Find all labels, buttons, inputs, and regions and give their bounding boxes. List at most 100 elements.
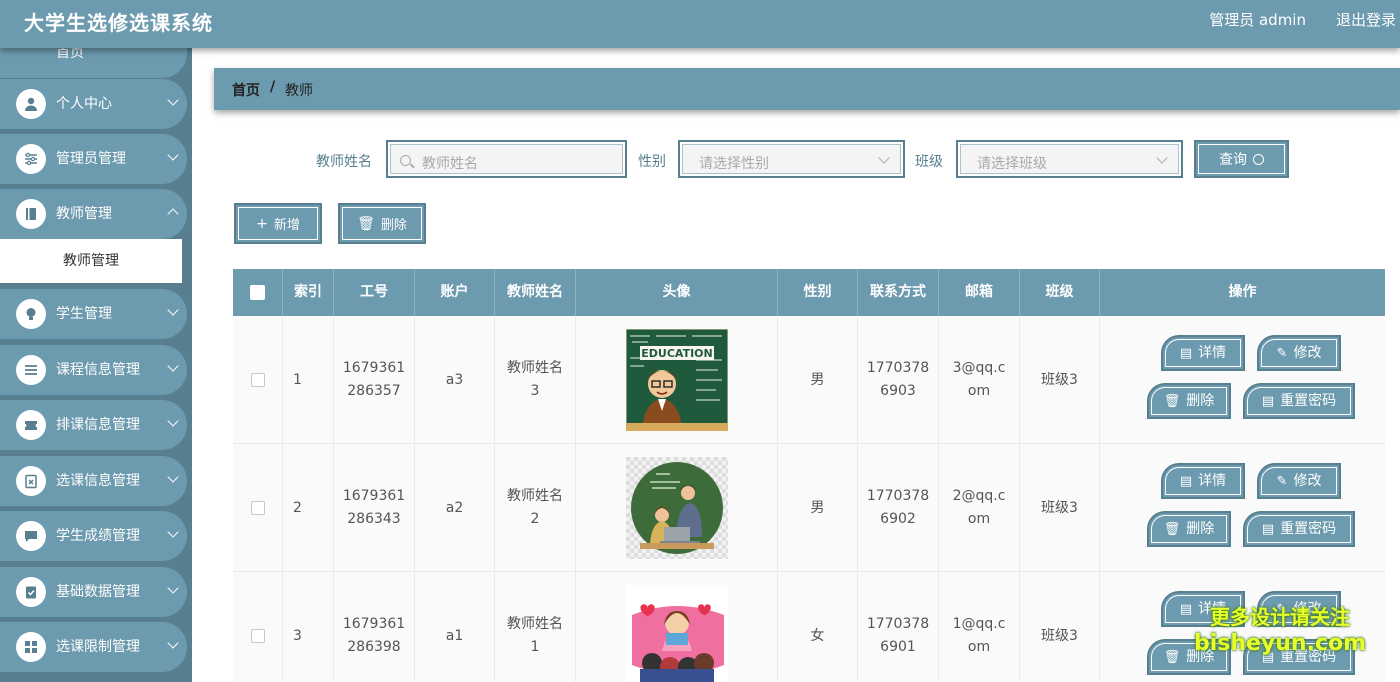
- edit-label: 修改: [1293, 470, 1321, 493]
- search-icon: [400, 155, 411, 166]
- name-part: 1: [507, 636, 563, 659]
- class-label: 班级: [915, 151, 943, 171]
- sidebar-item-home[interactable]: 首页: [0, 48, 187, 78]
- sidebar-item-admins[interactable]: 管理员管理: [0, 134, 187, 184]
- name-part: 教师姓名: [507, 357, 563, 380]
- sidebar-subitem-teacher-management[interactable]: 教师管理: [0, 239, 182, 283]
- header-email: 邮箱: [939, 269, 1020, 316]
- delete-label: 删除: [381, 214, 407, 233]
- phone-part: 6903: [867, 380, 929, 403]
- id-cell: 1679361286398: [334, 572, 415, 682]
- sidebar-item-basedata[interactable]: 基础数据管理: [0, 567, 187, 617]
- sidebar-item-courses[interactable]: 课程信息管理: [0, 345, 187, 395]
- sidebar-item-limits[interactable]: 选课限制管理: [0, 622, 187, 672]
- delete-label: 删除: [1186, 518, 1214, 541]
- document-icon: ▤: [1262, 518, 1274, 541]
- sidebar-item-label: 学生管理: [56, 303, 112, 323]
- header-id: 工号: [334, 269, 415, 316]
- phone-part: 1770378: [867, 357, 929, 380]
- row-checkbox[interactable]: [251, 629, 265, 643]
- actions-cell: ▤详情 ✎修改 🗑删除 ▤重置密码: [1100, 316, 1385, 444]
- chevron-down-icon: [167, 471, 178, 482]
- bulk-delete-button[interactable]: 🗑 删除: [338, 203, 426, 244]
- reset-password-button[interactable]: ▤重置密码: [1243, 383, 1355, 419]
- name-cell: 教师姓名2: [495, 444, 576, 572]
- female-teacher-avatar[interactable]: [626, 585, 728, 682]
- reset-password-button[interactable]: ▤重置密码: [1243, 511, 1355, 547]
- logout-link[interactable]: 退出登录: [1336, 9, 1396, 30]
- id-part: 286343: [343, 508, 405, 531]
- sidebar-item-students[interactable]: 学生管理: [0, 289, 187, 339]
- sidebar-item-label: 排课信息管理: [56, 414, 140, 434]
- user-icon: [16, 89, 46, 119]
- phone-cell: 17703786902: [858, 444, 939, 572]
- sidebar-item-label: 课程信息管理: [56, 359, 140, 379]
- index-cell: 2: [283, 444, 334, 572]
- edit-button[interactable]: ✎修改: [1257, 463, 1341, 499]
- class-select[interactable]: 请选择班级: [956, 140, 1183, 178]
- message-icon: [16, 521, 46, 551]
- phone-cell: 17703786901: [858, 572, 939, 682]
- edit-button[interactable]: ✎修改: [1257, 335, 1341, 371]
- row-checkbox-cell: [233, 316, 283, 444]
- query-button[interactable]: 查询: [1194, 140, 1289, 178]
- chevron-up-icon: [167, 208, 178, 219]
- gender-cell: 男: [778, 316, 858, 444]
- teacher-name-input[interactable]: 教师姓名: [386, 140, 627, 178]
- sidebar-item-label: 管理员管理: [56, 148, 126, 168]
- chevron-down-icon: [167, 415, 178, 426]
- detail-button[interactable]: ▤详情: [1161, 335, 1245, 371]
- sidebar-item-label: 首页: [56, 48, 84, 62]
- detail-button[interactable]: ▤ 详情: [1161, 463, 1245, 499]
- header-index: 索引: [283, 269, 334, 316]
- account-cell: a3: [415, 316, 495, 444]
- watermark-line1: 更多设计请关注: [1160, 603, 1400, 631]
- header-account: 账户: [415, 269, 495, 316]
- select-all-checkbox[interactable]: [250, 285, 265, 300]
- teacher-name-placeholder: 教师姓名: [422, 153, 478, 173]
- sidebar-item-profile[interactable]: 个人中心: [0, 79, 187, 129]
- delete-button[interactable]: 🗑删除: [1147, 511, 1231, 547]
- actions-cell: ▤ 详情 ✎修改 🗑删除 ▤重置密码: [1100, 444, 1385, 572]
- email-part: 3@qq.c: [953, 357, 1006, 380]
- gender-cell: 男: [778, 444, 858, 572]
- classroom-avatar[interactable]: [626, 457, 728, 559]
- breadcrumb-home[interactable]: 首页: [232, 80, 260, 100]
- sidebar-item-selections[interactable]: 选课信息管理: [0, 456, 187, 506]
- name-part: 教师姓名: [507, 613, 563, 636]
- sliders-icon: [16, 144, 46, 174]
- clipboard-x-icon: [16, 466, 46, 496]
- delete-label: 删除: [1186, 390, 1214, 413]
- breadcrumb-separator: /: [270, 79, 275, 95]
- trash-icon: 🗑: [1164, 390, 1181, 413]
- gender-cell: 女: [778, 572, 858, 682]
- query-label: 查询: [1219, 149, 1247, 169]
- id-part: 286398: [343, 636, 405, 659]
- class-cell: 班级3: [1020, 316, 1100, 444]
- name-part: 2: [507, 508, 563, 531]
- name-part: 教师姓名: [507, 485, 563, 508]
- sidebar-item-label: 教师管理: [56, 203, 112, 223]
- chevron-down-icon: [878, 152, 889, 163]
- sidebar-item-teachers[interactable]: 教师管理: [0, 189, 187, 239]
- add-button[interactable]: + 新增: [234, 203, 322, 244]
- row-checkbox[interactable]: [251, 501, 265, 515]
- header-name: 教师姓名: [495, 269, 576, 316]
- sidebar-item-schedules[interactable]: 排课信息管理: [0, 400, 187, 450]
- index-cell: 1: [283, 316, 334, 444]
- breadcrumb: 首页 / 教师: [214, 68, 1400, 110]
- sidebar-item-grades[interactable]: 学生成绩管理: [0, 511, 187, 561]
- education-teacher-avatar[interactable]: EDUCATION: [626, 329, 728, 431]
- gender-select[interactable]: 请选择性别: [678, 140, 905, 178]
- row-checkbox[interactable]: [251, 373, 265, 387]
- document-icon: ▤: [1180, 470, 1192, 493]
- id-part: 1679361: [343, 485, 405, 508]
- detail-label: 详情: [1198, 470, 1226, 493]
- delete-button[interactable]: 🗑删除: [1147, 383, 1231, 419]
- chevron-down-icon: [167, 582, 178, 593]
- name-cell: 教师姓名3: [495, 316, 576, 444]
- pencil-icon: ✎: [1277, 342, 1288, 365]
- plus-icon: +: [256, 216, 268, 232]
- gender-placeholder: 请选择性别: [699, 153, 769, 173]
- bulb-icon: [16, 299, 46, 329]
